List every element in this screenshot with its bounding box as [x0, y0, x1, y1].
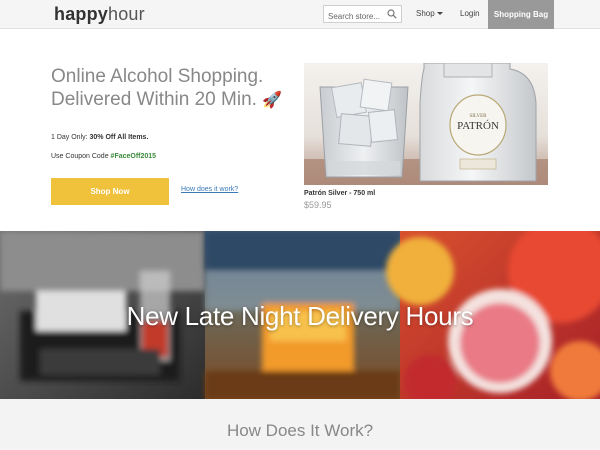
shop-now-button[interactable]: Shop Now: [51, 178, 169, 205]
logo[interactable]: happyhour: [54, 4, 145, 25]
how-it-works-title: How Does It Work?: [226, 421, 374, 440]
hero-headline: Online Alcohol Shopping. Delivered Withi…: [51, 65, 282, 112]
top-nav: happyhour Shop Login Shopping Bag: [0, 0, 600, 29]
late-night-banner[interactable]: New Late Night Delivery Hours: [0, 231, 600, 399]
login-link[interactable]: Login: [460, 9, 480, 18]
search-box[interactable]: [323, 5, 402, 25]
banner-title: New Late Night Delivery Hours: [126, 301, 474, 331]
search-input[interactable]: [324, 8, 386, 25]
shop-menu-label: Shop: [416, 9, 435, 18]
caret-down-icon: [436, 12, 443, 16]
headline-line-2: Delivered Within 20 Min.: [51, 89, 257, 110]
product-name[interactable]: Patrón Silver - 750 ml: [304, 190, 375, 197]
bottle-label-text: PATRÓN: [457, 120, 499, 132]
shop-menu[interactable]: Shop: [416, 9, 443, 18]
search-icon[interactable]: [387, 9, 397, 19]
coupon-text: Use Coupon Code #FaceOff2015: [51, 153, 157, 160]
how-it-works-link[interactable]: How does it work?: [181, 186, 238, 193]
rocket-icon: 🚀: [262, 92, 283, 109]
shopping-bag-button[interactable]: Shopping Bag: [488, 0, 554, 29]
headline-line-1: Online Alcohol Shopping.: [51, 66, 264, 87]
coupon-code: #FaceOff2015: [110, 153, 157, 160]
product-image[interactable]: SILVER PATRÓN: [304, 63, 548, 185]
product-price: $59.95: [304, 200, 332, 210]
promo-text: 1 Day Only: 30% Off All Items.: [51, 134, 149, 141]
svg-text:SILVER: SILVER: [469, 114, 487, 119]
